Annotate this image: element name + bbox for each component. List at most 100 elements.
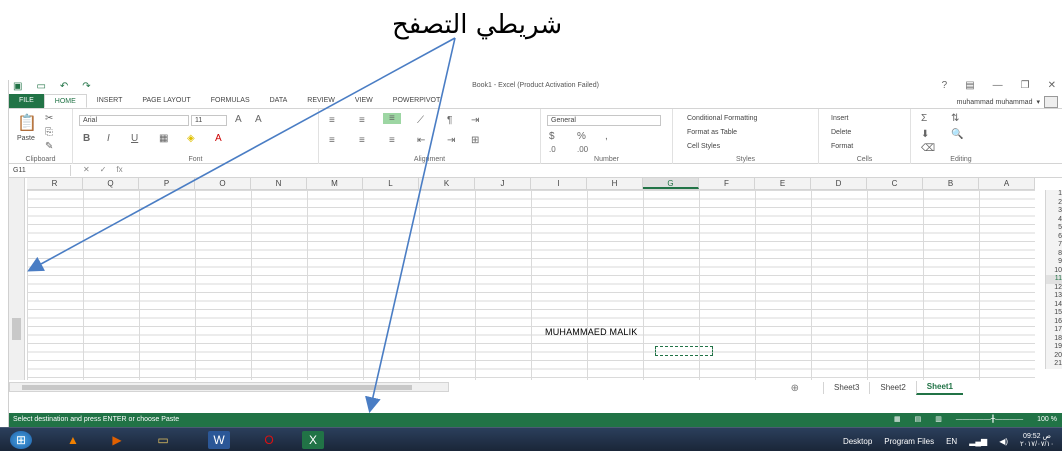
sort-filter-icon[interactable]: ⇅ — [951, 113, 959, 124]
cancel-icon[interactable]: ✕ — [83, 165, 90, 174]
merge-center-icon[interactable]: ⊞ — [471, 135, 479, 146]
desktop-toolbar[interactable]: Desktop — [843, 437, 872, 446]
cell-grid[interactable] — [27, 190, 1035, 380]
column-header[interactable]: F — [699, 178, 755, 189]
vertical-scrollbar-thumb[interactable] — [12, 318, 21, 340]
underline-icon[interactable]: U — [131, 133, 138, 144]
normal-view-icon[interactable]: ▦ — [894, 413, 901, 427]
row-header[interactable]: 20 — [1046, 352, 1062, 361]
row-header[interactable]: 14 — [1046, 301, 1062, 310]
tab-sheet2[interactable]: Sheet2 — [869, 382, 915, 394]
currency-icon[interactable]: $ — [549, 131, 555, 142]
row-header[interactable]: 13 — [1046, 292, 1062, 301]
align-right-icon[interactable]: ≡ — [389, 135, 395, 146]
fill-color-icon[interactable]: ◈ — [187, 133, 195, 144]
clear-icon[interactable]: ⌫ — [921, 143, 935, 154]
delete-cells-button[interactable]: Delete — [831, 129, 851, 136]
minimize-icon[interactable]: — — [993, 80, 1003, 91]
format-painter-icon[interactable]: ✎ — [45, 141, 53, 152]
column-header[interactable]: E — [755, 178, 811, 189]
align-bottom-icon[interactable]: ≡ — [383, 113, 401, 124]
column-header[interactable]: P — [139, 178, 195, 189]
paste-button[interactable]: Paste — [17, 135, 35, 142]
increase-indent-icon[interactable]: ⇥ — [447, 135, 455, 146]
row-header[interactable]: 19 — [1046, 343, 1062, 352]
row-header[interactable]: 1 — [1046, 190, 1062, 199]
program-files-toolbar[interactable]: Program Files — [884, 437, 934, 446]
user-account[interactable]: muhammad muhammad ▾ — [957, 96, 1058, 108]
vlc-icon[interactable]: ▲ — [62, 431, 84, 449]
tab-data[interactable]: DATA — [260, 94, 298, 108]
start-button[interactable]: ⊞ — [10, 431, 32, 449]
autosum-icon[interactable]: Σ — [921, 113, 927, 124]
row-header[interactable]: 18 — [1046, 335, 1062, 344]
media-player-icon[interactable]: ▶ — [106, 431, 128, 449]
number-format-select[interactable]: General — [547, 115, 661, 126]
tab-view[interactable]: VIEW — [345, 94, 383, 108]
column-header[interactable]: Q — [83, 178, 139, 189]
column-header[interactable]: N — [251, 178, 307, 189]
tab-insert[interactable]: INSERT — [87, 94, 133, 108]
file-explorer-icon[interactable]: ▭ — [152, 431, 174, 449]
column-header[interactable]: C — [867, 178, 923, 189]
bold-icon[interactable]: B — [83, 133, 90, 144]
row-header[interactable]: 3 — [1046, 207, 1062, 216]
row-header[interactable]: 15 — [1046, 309, 1062, 318]
shrink-font-icon[interactable]: A — [255, 114, 262, 125]
increase-decimal-icon[interactable]: .0 — [549, 145, 556, 154]
fill-icon[interactable]: ⬇ — [921, 129, 929, 140]
horizontal-scrollbar-thumb[interactable] — [22, 385, 412, 390]
column-header[interactable]: J — [475, 178, 531, 189]
font-size-select[interactable]: 11 — [191, 115, 227, 126]
column-header[interactable]: G — [643, 178, 699, 189]
restore-icon[interactable]: ❐ — [1021, 80, 1030, 91]
row-header[interactable]: 12 — [1046, 284, 1062, 293]
ribbon-display-icon[interactable]: ▤ — [965, 80, 974, 91]
row-header[interactable]: 7 — [1046, 241, 1062, 250]
italic-icon[interactable]: I — [107, 133, 110, 144]
row-header[interactable]: 16 — [1046, 318, 1062, 327]
column-header[interactable]: B — [923, 178, 979, 189]
comma-icon[interactable]: , — [605, 131, 608, 142]
row-header[interactable]: 9 — [1046, 258, 1062, 267]
tab-sheet3[interactable]: Sheet3 — [823, 382, 869, 394]
tab-formulas[interactable]: FORMULAS — [201, 94, 260, 108]
cell-content[interactable]: MUHAMMAED MALIK — [545, 327, 638, 337]
column-header[interactable]: H — [587, 178, 643, 189]
name-box[interactable]: G11 — [11, 165, 71, 176]
tab-powerpivot[interactable]: POWERPIVOT — [383, 94, 450, 108]
column-header[interactable]: M — [307, 178, 363, 189]
row-header[interactable]: 2 — [1046, 199, 1062, 208]
font-name-select[interactable]: Arial — [79, 115, 189, 126]
insert-cells-button[interactable]: Insert — [831, 115, 849, 122]
tab-page-layout[interactable]: PAGE LAYOUT — [132, 94, 200, 108]
decrease-decimal-icon[interactable]: .00 — [577, 145, 588, 154]
zoom-slider[interactable]: —————╂———— — [956, 413, 1023, 427]
excel-taskbar-icon[interactable]: X — [302, 431, 324, 449]
wrap-text-icon[interactable]: ⇥ — [471, 115, 479, 126]
row-header[interactable]: 5 — [1046, 224, 1062, 233]
page-layout-view-icon[interactable]: ▤ — [915, 413, 922, 427]
language-indicator[interactable]: EN — [946, 437, 957, 446]
close-icon[interactable]: ✕ — [1048, 80, 1056, 91]
percent-icon[interactable]: % — [577, 131, 586, 142]
tab-sheet1[interactable]: Sheet1 — [915, 381, 963, 395]
borders-icon[interactable]: ▦ — [159, 133, 168, 144]
help-icon[interactable]: ? — [942, 80, 948, 91]
column-header[interactable]: R — [27, 178, 83, 189]
align-top-icon[interactable]: ≡ — [329, 115, 335, 126]
opera-icon[interactable]: O — [258, 431, 280, 449]
horizontal-scrollbar[interactable] — [9, 382, 449, 392]
row-header[interactable]: 8 — [1046, 250, 1062, 259]
align-center-icon[interactable]: ≡ — [359, 135, 365, 146]
column-header[interactable]: O — [195, 178, 251, 189]
word-icon[interactable]: W — [208, 431, 230, 449]
tab-home[interactable]: HOME — [43, 94, 87, 108]
network-icon[interactable]: ▂▄▆ — [969, 437, 987, 446]
clock[interactable]: 09:52 ص ٢٠١٧/٠٧/١٠ — [1020, 433, 1054, 449]
row-header[interactable]: 4 — [1046, 216, 1062, 225]
rtl-icon[interactable]: ¶ — [447, 115, 452, 126]
grow-font-icon[interactable]: A — [235, 114, 242, 125]
vertical-scrollbar[interactable] — [9, 178, 25, 380]
zoom-level[interactable]: 100 % — [1037, 413, 1057, 427]
